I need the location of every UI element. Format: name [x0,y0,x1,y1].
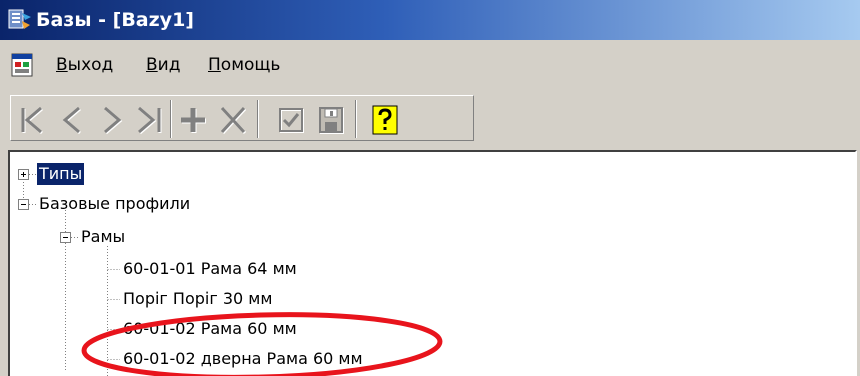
menu-exit[interactable]: Выход [56,40,113,90]
tree-view[interactable]: Типы Базовые профили Рамы 60-01-01 Рама … [8,150,857,376]
last-record-button[interactable] [131,102,167,138]
tree-node-types[interactable]: Типы [37,163,85,185]
confirm-button[interactable] [273,102,309,138]
add-record-icon [181,108,206,133]
tree-node-frames[interactable]: Рамы [79,226,127,248]
plus-icon [21,172,26,177]
menu-view-accel: В [146,55,158,75]
tree-node-base-profiles[interactable]: Базовые профили [37,193,192,215]
toolbar [0,90,860,146]
previous-record-icon [62,106,81,135]
minus-icon [21,204,26,205]
menu-bar: Выход Вид Помощь [0,40,860,90]
tree-node-profile-60-01-02[interactable]: 60-01-02 Рама 60 мм [121,318,299,340]
first-record-icon [21,106,43,135]
menu-exit-accel: В [56,55,68,75]
menu-view-rest: ид [157,55,181,75]
confirm-checkbox-icon [279,108,304,133]
window-title: Базы - [Bazy1] [36,9,194,31]
help-icon [372,105,398,135]
menu-exit-rest: ыход [67,55,114,75]
save-disk-icon [319,107,344,134]
menu-view[interactable]: Вид [146,40,180,90]
add-record-button[interactable] [175,102,211,138]
document-menu-icon[interactable] [10,52,36,78]
first-record-button[interactable] [15,102,51,138]
tree-expander-frames[interactable] [60,232,71,243]
menu-help[interactable]: Помощь [208,40,280,90]
toolbar-separator [355,100,357,138]
save-button[interactable] [313,102,349,138]
minus-icon [63,237,68,238]
tree-expander-types[interactable] [18,169,29,180]
delete-record-button[interactable] [215,102,251,138]
next-record-button[interactable] [93,102,129,138]
last-record-icon [138,106,162,135]
application-window: Базы - [Bazy1] Выход Вид Помощь Типы Баз… [0,0,860,376]
next-record-icon [104,106,123,135]
tree-node-profile-60-01-02-door[interactable]: 60-01-02 дверна Рама 60 мм [121,348,365,370]
tree-node-profile-60-01-01[interactable]: 60-01-01 Рама 64 мм [121,258,299,280]
toolbar-separator [170,100,172,138]
toolbar-separator [257,100,259,138]
tree-node-threshold[interactable]: Поріг Поріг 30 мм [121,288,274,310]
menu-help-rest: омощь [220,55,281,75]
menu-help-accel: П [208,55,221,75]
database-app-icon [8,9,31,29]
delete-record-icon [220,106,247,135]
title-bar[interactable]: Базы - [Bazy1] [0,0,860,40]
toolbar-frame [10,95,474,141]
tree-expander-base-profiles[interactable] [18,199,29,210]
previous-record-button[interactable] [55,102,91,138]
help-button[interactable] [367,102,403,138]
